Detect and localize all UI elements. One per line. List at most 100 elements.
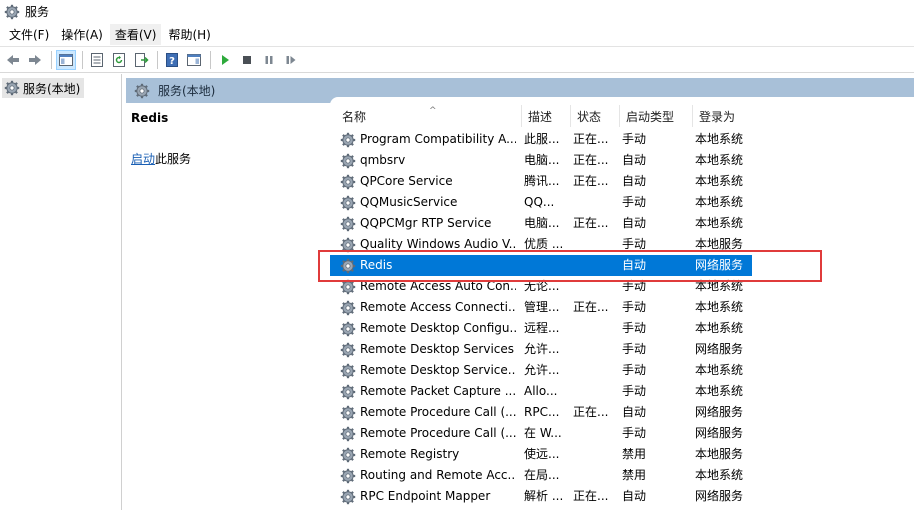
start-service-icon[interactable] [215,50,235,70]
service-description-panel: Redis 启动此服务 [126,103,330,510]
service-startup-type-cell: 自动 [622,153,647,167]
show-hide-action-pane-icon[interactable] [184,50,204,70]
service-startup-type-cell: 自动 [622,405,647,419]
table-row[interactable]: qmbsrv 电脑... 正在... 自动 本地系统 [330,150,752,171]
pause-service-icon[interactable] [259,50,279,70]
services-gear-icon [4,80,20,96]
start-service-line: 启动此服务 [131,150,191,167]
start-service-link[interactable]: 启动 [131,152,155,166]
service-gear-icon [340,129,358,150]
service-description-cell: QQ... [524,195,555,209]
service-log-on-as-cell: 本地系统 [695,153,744,167]
service-log-on-as-cell: 本地系统 [695,384,744,398]
service-name-cell: qmbsrv [360,153,406,167]
tree-item-services-local[interactable]: 服务(本地) [2,78,85,98]
table-row[interactable]: Remote Packet Capture ... Allo... 手动 本地系统 [330,381,752,402]
service-description-cell: 电脑... [524,216,560,230]
service-startup-type-cell: 手动 [622,384,647,398]
services-pane: 服务(本地) Redis 启动此服务 名称 ^ 描述 状态 启动类型 登录为 P… [126,78,914,510]
service-gear-icon [340,213,358,234]
service-log-on-as-cell: 本地系统 [695,132,744,146]
forward-arrow-icon[interactable] [25,50,45,70]
service-name-cell: Remote Procedure Call (... [360,405,516,419]
svg-text:?: ? [169,56,175,67]
help-icon[interactable]: ? [162,50,182,70]
table-row[interactable]: Remote Desktop Services 允许... 手动 网络服务 [330,339,752,360]
show-hide-console-tree-icon[interactable] [56,49,76,70]
tree-item-label: 服务(本地) [23,81,81,96]
service-gear-icon [340,360,358,381]
service-log-on-as-cell: 本地系统 [695,363,744,377]
sort-ascending-icon: ^ [429,106,437,116]
service-name-cell: Program Compatibility A... [360,132,516,146]
table-row[interactable]: Routing and Remote Acc... 在局... 禁用 本地系统 [330,465,752,486]
table-row[interactable]: Remote Registry 使远... 禁用 本地服务 [330,444,752,465]
table-row[interactable]: QPCore Service 腾讯... 正在... 自动 本地系统 [330,171,752,192]
table-row[interactable]: Remote Procedure Call (... 在 W... 手动 网络服务 [330,423,752,444]
selected-service-name: Redis [131,111,169,125]
toolbar: ? [0,46,914,73]
service-log-on-as-cell: 网络服务 [695,342,744,356]
column-header-log-on-as[interactable]: 登录为 [693,105,753,127]
table-row[interactable]: Program Compatibility A... 此服... 正在... 手动 本地… [330,129,752,150]
service-gear-icon [340,486,358,507]
menu-bar: 文件(F) 操作(A) 查看(V) 帮助(H) [0,23,914,45]
table-row[interactable]: Remote Desktop Service... 允许... 手动 本地系统 [330,360,752,381]
resume-service-icon[interactable] [281,50,301,70]
service-gear-icon [340,171,358,192]
service-description-cell: Allo... [524,384,558,398]
service-status-cell: 正在... [573,300,609,314]
service-gear-icon [340,339,358,360]
export-list-icon[interactable] [131,50,151,70]
service-status-cell: 正在... [573,132,609,146]
service-description-cell: 解析 ... [524,489,564,503]
service-description-cell: 远程... [524,321,560,335]
service-startup-type-cell: 手动 [622,132,647,146]
service-name-cell: RPC Endpoint Mapper [360,489,491,503]
stop-service-icon[interactable] [237,50,257,70]
table-row[interactable]: QQPCMgr RTP Service 电脑... 正在... 自动 本地系统 [330,213,752,234]
start-service-suffix: 此服务 [155,152,192,166]
column-header-status-label: 状态 [577,109,602,124]
console-tree: 服务(本地) [0,74,122,510]
refresh-icon[interactable] [109,50,129,70]
service-name-cell: Remote Packet Capture ... [360,384,516,398]
service-startup-type-cell: 手动 [622,342,647,356]
service-description-cell: 允许... [524,363,560,377]
table-row[interactable]: Remote Desktop Configu... 远程... 手动 本地系统 [330,318,752,339]
service-startup-type-cell: 手动 [622,195,647,209]
service-name-cell: Remote Desktop Services [360,342,515,356]
properties-icon[interactable] [87,50,107,70]
service-name-cell: Remote Registry [360,447,460,461]
service-status-cell [573,192,617,213]
service-gear-icon [340,318,358,339]
service-description-cell: 在局... [524,468,560,482]
column-header-name[interactable]: 名称 ^ [336,105,522,127]
service-log-on-as-cell: 本地系统 [695,321,744,335]
column-header-description-label: 描述 [528,109,553,124]
table-row[interactable]: Remote Access Connecti... 管理... 正在... 手动 本地系… [330,297,752,318]
menu-action[interactable]: 操作(A) [56,24,108,45]
service-name-cell: QQMusicService [360,195,458,209]
column-header-status[interactable]: 状态 [571,105,620,127]
service-log-on-as-cell: 本地服务 [695,447,744,461]
column-header-startup-type[interactable]: 启动类型 [620,105,693,127]
service-description-cell: 在 W... [524,426,562,440]
service-description-cell: 允许... [524,342,560,356]
service-status-cell: 正在... [573,174,609,188]
menu-help[interactable]: 帮助(H) [163,24,215,45]
column-header-description[interactable]: 描述 [522,105,571,127]
table-row[interactable]: Remote Procedure Call (... RPC... 正在... 自动 网… [330,402,752,423]
service-gear-icon [340,297,358,318]
service-status-cell [573,423,617,444]
back-arrow-icon[interactable] [3,50,23,70]
highlight-box [318,250,822,282]
service-gear-icon [340,444,358,465]
table-row[interactable]: RPC Endpoint Mapper 解析 ... 正在... 自动 网络服务 [330,486,752,507]
service-startup-type-cell: 手动 [622,363,647,377]
menu-view[interactable]: 查看(V) [109,23,162,45]
table-row[interactable]: QQMusicService QQ... 手动 本地系统 [330,192,752,213]
menu-file[interactable]: 文件(F) [4,24,54,45]
service-gear-icon [340,192,358,213]
service-name-cell: Remote Desktop Configu... [360,321,516,335]
